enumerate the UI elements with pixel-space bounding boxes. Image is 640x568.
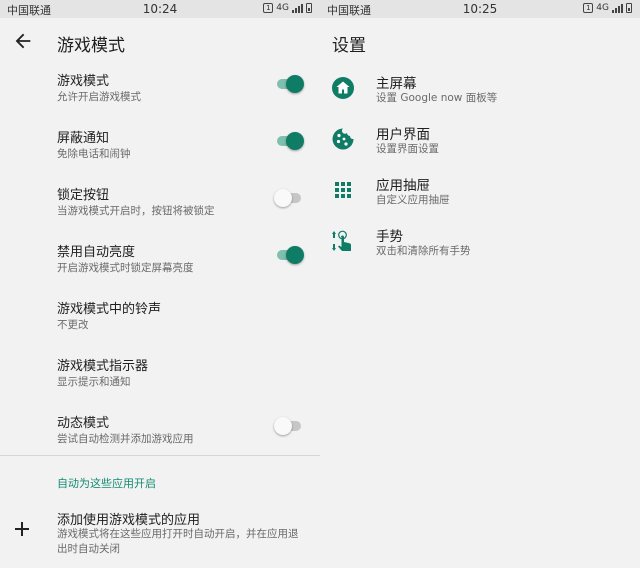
signal-icon (292, 3, 303, 13)
menu-item-gestures[interactable]: 手势 双击和清除所有手势 (320, 221, 640, 271)
plus-icon (15, 522, 29, 536)
setting-ringtone-in-game-mode[interactable]: 游戏模式中的铃声 不更改 (0, 293, 320, 350)
setting-game-mode-indicator[interactable]: 游戏模式指示器 显示提示和通知 (0, 350, 320, 407)
page-title: 游戏模式 (57, 36, 125, 56)
network-type: 4G (276, 3, 289, 13)
system-icons: 1 4G (263, 3, 312, 13)
page-title: 设置 (332, 36, 366, 56)
back-arrow-icon[interactable] (12, 30, 34, 52)
sim-icon: 1 (583, 3, 594, 13)
setting-label: 游戏模式指示器 (57, 359, 149, 374)
cookie-icon (332, 128, 354, 150)
battery-icon (626, 3, 632, 13)
add-apps-label: 添加使用游戏模式的应用 (57, 513, 201, 528)
lock-buttons-toggle[interactable] (274, 189, 304, 207)
game-mode-screen: 中国联通 10:24 1 4G 游戏模式 游戏模式 允许开启游戏模式 屏蔽通知 … (0, 0, 320, 568)
settings-screen: 中国联通 10:25 1 4G 设置 主屏幕 设置 Google now 面板等… (320, 0, 640, 568)
status-bar: 中国联通 10:25 1 4G (320, 0, 640, 18)
menu-item-description: 自定义应用抽屉 (376, 194, 450, 206)
setting-description: 显示提示和通知 (57, 376, 131, 388)
setting-label: 游戏模式 (57, 74, 110, 89)
setting-description: 允许开启游戏模式 (57, 91, 141, 103)
menu-item-description: 设置界面设置 (376, 143, 439, 155)
menu-item-label: 用户界面 (376, 127, 430, 143)
menu-item-description: 设置 Google now 面板等 (376, 92, 498, 104)
battery-icon (306, 3, 312, 13)
network-type: 4G (596, 3, 609, 13)
gesture-icon (332, 230, 351, 251)
menu-item-home-screen[interactable]: 主屏幕 设置 Google now 面板等 (320, 68, 640, 118)
setting-description: 当游戏模式开启时，按钮将被锁定 (57, 205, 215, 217)
setting-disable-auto-brightness[interactable]: 禁用自动亮度 开启游戏模式时锁定屏幕亮度 (0, 236, 320, 293)
menu-item-label: 应用抽屉 (376, 178, 430, 194)
disable-auto-brightness-toggle[interactable] (274, 246, 304, 264)
dynamic-mode-toggle[interactable] (274, 417, 304, 435)
menu-item-user-interface[interactable]: 用户界面 设置界面设置 (320, 119, 640, 169)
menu-item-label: 主屏幕 (376, 76, 417, 92)
setting-description: 免除电话和闹钟 (57, 148, 131, 160)
add-game-apps-button[interactable]: 添加使用游戏模式的应用 游戏模式将在这些应用打开时自动开启，并在应用退出时自动关… (0, 506, 320, 566)
section-header: 自动为这些应用开启 (57, 477, 156, 490)
setting-game-mode[interactable]: 游戏模式 允许开启游戏模式 (0, 65, 320, 122)
add-apps-description: 游戏模式将在这些应用打开时自动开启，并在应用退出时自动关闭 (57, 528, 299, 555)
setting-block-notifications[interactable]: 屏蔽通知 免除电话和闹钟 (0, 122, 320, 179)
status-bar: 中国联通 10:24 1 4G (0, 0, 320, 18)
menu-item-description: 双击和清除所有手势 (376, 245, 471, 257)
game-mode-toggle[interactable] (274, 75, 304, 93)
setting-label: 锁定按钮 (57, 188, 110, 203)
setting-label: 游戏模式中的铃声 (57, 302, 162, 317)
sim-icon: 1 (263, 3, 274, 13)
signal-icon (612, 3, 623, 13)
block-notifications-toggle[interactable] (274, 132, 304, 150)
menu-item-label: 手势 (376, 229, 403, 245)
menu-item-app-drawer[interactable]: 应用抽屉 自定义应用抽屉 (320, 170, 640, 220)
system-icons: 1 4G (583, 3, 632, 13)
setting-label: 屏蔽通知 (57, 131, 110, 146)
setting-label: 禁用自动亮度 (57, 245, 136, 260)
section-divider (0, 455, 320, 456)
apps-grid-icon (335, 182, 351, 198)
setting-description: 不更改 (57, 319, 89, 331)
home-icon (332, 77, 354, 99)
app-bar: 游戏模式 (0, 18, 320, 64)
setting-lock-buttons[interactable]: 锁定按钮 当游戏模式开启时，按钮将被锁定 (0, 179, 320, 236)
setting-description: 开启游戏模式时锁定屏幕亮度 (57, 262, 194, 274)
setting-description: 尝试自动检测并添加游戏应用 (57, 433, 194, 445)
app-bar: 设置 (320, 18, 640, 64)
setting-label: 动态模式 (57, 416, 110, 431)
